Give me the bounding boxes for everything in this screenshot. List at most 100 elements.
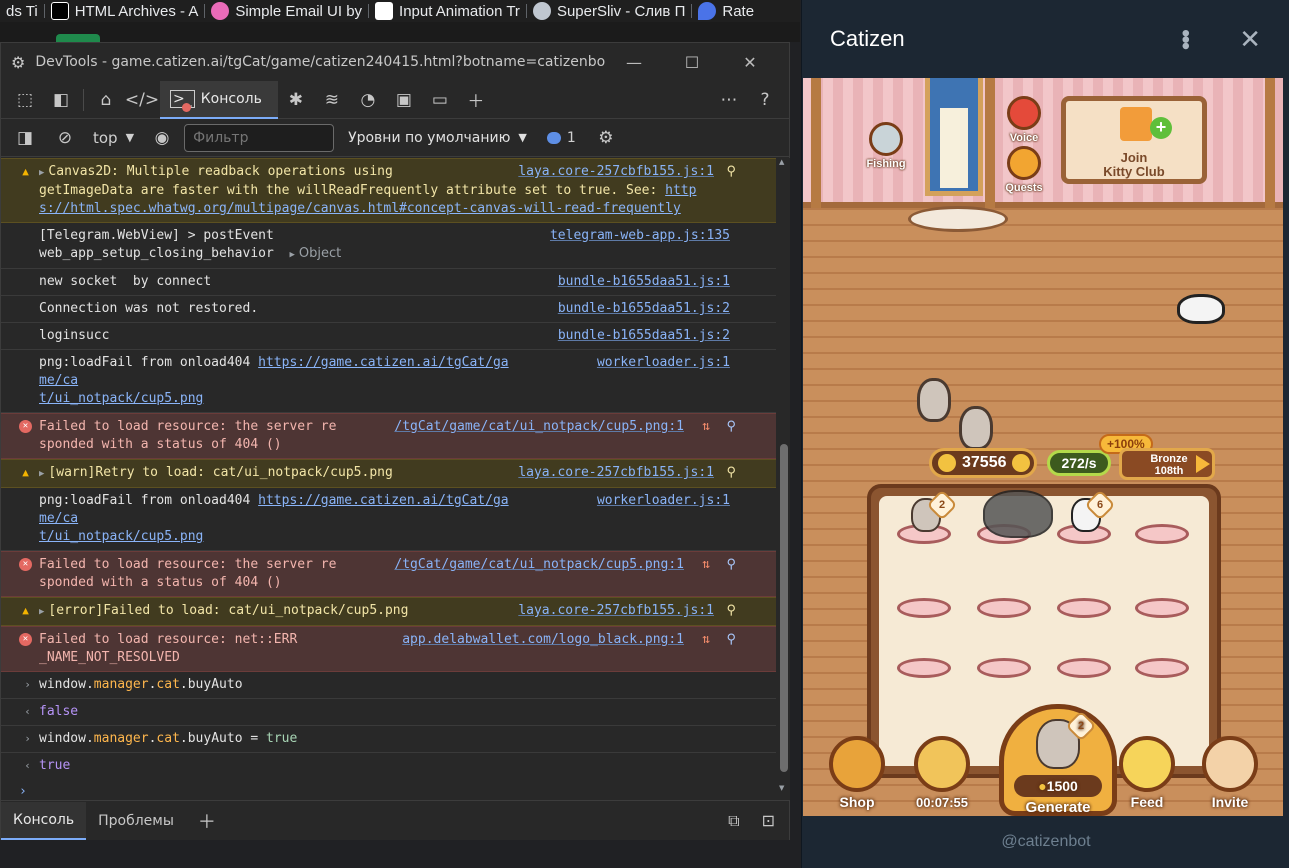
message-source-link[interactable]: bundle-b1655daa51.js:2 (558, 300, 730, 318)
close-button[interactable]: ✕ (721, 53, 779, 72)
tab-console[interactable]: >_ Консоль (160, 80, 278, 119)
cat-bed-slot[interactable] (1135, 658, 1189, 678)
feed-button[interactable]: Feed (1115, 736, 1179, 810)
maximize-button[interactable]: ☐ (663, 53, 721, 72)
welcome-home-icon[interactable]: ⌂ (88, 85, 124, 115)
dock-panel-icon[interactable]: ⧉ (728, 811, 739, 831)
browser-tab[interactable]: Input Animation Tr (369, 0, 526, 22)
device-toolbar-icon[interactable]: ◧ (43, 85, 79, 115)
resource-link[interactable]: t/ui_notpack/cup5.png (39, 529, 203, 544)
cat-bed-slot[interactable] (1135, 598, 1189, 618)
cat-sleeping[interactable] (1177, 294, 1225, 324)
search-icon[interactable]: ⚲ (726, 556, 736, 574)
cat-bed-slot[interactable] (977, 658, 1031, 678)
shop-button[interactable]: Shop (825, 736, 889, 810)
invite-button[interactable]: Invite (1197, 736, 1263, 810)
fishing-button[interactable]: Fishing (863, 122, 909, 170)
cat-bed-slot[interactable] (1057, 658, 1111, 678)
console-toolbar: ◨ ⊘ top ▼ ◉ Уровни по умолчанию ▼ 1 ⚙ (1, 119, 789, 157)
sidebar-toggle-icon[interactable]: ◨ (7, 123, 43, 153)
log-levels-dropdown[interactable]: Уровни по умолчанию ▼ (348, 130, 527, 146)
console-scrollbar[interactable]: ▲ ▼ (776, 158, 790, 800)
message-source-link[interactable]: /tgCat/game/cat/ui_notpack/cup5.png:1 (394, 556, 684, 574)
message-source-link[interactable]: app.delabwallet.com/logo_black.png:1 (402, 631, 684, 649)
scrollbar-thumb[interactable] (780, 444, 788, 772)
minimize-button[interactable]: — (605, 53, 663, 72)
clear-console-icon[interactable]: ⊘ (47, 123, 83, 153)
add-drawer-tab-plus-icon[interactable]: ＋ (186, 802, 228, 840)
cat-walking[interactable] (959, 406, 993, 450)
cat-bed-slot[interactable] (897, 658, 951, 678)
quests-button[interactable]: Quests (1001, 146, 1047, 194)
generate-button[interactable]: 2 ●1500 Generate (999, 704, 1117, 816)
message-source-link[interactable]: workerloader.js:1 (597, 492, 730, 510)
message-source-link[interactable]: workerloader.js:1 (597, 354, 730, 372)
browser-tab[interactable]: ds Ti (0, 0, 44, 22)
search-icon[interactable]: ⚲ (726, 418, 736, 436)
object-preview[interactable]: Object (299, 246, 341, 261)
tab-issues[interactable]: Проблемы (86, 802, 186, 840)
dragging-cats[interactable] (983, 490, 1053, 538)
memory-chip-icon[interactable]: ▣ (386, 85, 422, 115)
search-icon[interactable]: ⚲ (726, 464, 736, 482)
issues-counter[interactable]: 1 (546, 130, 576, 146)
message-source-link[interactable]: laya.core-257cbfb155.js:1 (518, 602, 714, 620)
application-icon[interactable]: ▭ (422, 85, 458, 115)
browser-tab[interactable]: Rate (692, 0, 760, 22)
cat-bed-slot[interactable] (1057, 598, 1111, 618)
message-source-link[interactable]: laya.core-257cbfb155.js:1 (518, 163, 714, 181)
help-icon[interactable]: ? (747, 85, 783, 115)
spec-link[interactable]: http (665, 183, 696, 198)
boost-rocket-button[interactable]: 00:07:55 (907, 736, 977, 810)
message-source-link[interactable]: telegram-web-app.js:135 (550, 227, 730, 245)
close-icon[interactable]: ✕ (1239, 24, 1261, 55)
input-expression[interactable]: window.manager.cat.buyAuto (39, 676, 509, 694)
game-canvas[interactable]: Fishing Voice Quests + Join Kitty Club 3… (803, 78, 1283, 816)
cat-walking[interactable] (917, 378, 951, 422)
console-settings-gear-icon[interactable]: ⚙ (588, 123, 624, 153)
browser-tab[interactable]: Simple Email UI by (205, 0, 368, 22)
message-source-link[interactable]: bundle-b1655daa51.js:1 (558, 273, 730, 291)
scroll-down-arrow-icon[interactable]: ▼ (779, 784, 784, 792)
input-expression[interactable]: window.manager.cat.buyAuto = true (39, 730, 509, 748)
live-expression-eye-icon[interactable]: ◉ (144, 123, 180, 153)
message-source-link[interactable]: /tgCat/game/cat/ui_notpack/cup5.png:1 (394, 418, 684, 436)
elements-code-icon[interactable]: </> (124, 85, 160, 115)
context-selector[interactable]: top ▼ (87, 129, 140, 147)
close-drawer-icon[interactable]: ⊡ (762, 811, 775, 831)
performance-gauge-icon[interactable]: ◔ (350, 85, 386, 115)
rank-button[interactable]: Bronze 108th (1119, 448, 1215, 480)
message-source-link[interactable]: laya.core-257cbfb155.js:1 (518, 464, 714, 482)
cat-bed-slot[interactable] (897, 598, 951, 618)
resource-link[interactable]: t/ui_notpack/cup5.png (39, 391, 203, 406)
inspect-element-icon[interactable]: ⬚ (7, 85, 43, 115)
voice-button[interactable]: Voice (1003, 96, 1045, 144)
search-icon[interactable]: ⚲ (726, 602, 736, 620)
expand-triangle-icon[interactable]: ▶ (39, 607, 44, 617)
network-request-icon[interactable]: ⇅ (702, 418, 710, 436)
join-kitty-club-button[interactable]: + Join Kitty Club (1061, 96, 1207, 184)
expand-triangle-icon[interactable]: ▶ (289, 250, 294, 260)
cat-bed-slot[interactable] (977, 598, 1031, 618)
browser-tab[interactable]: SuperSliv - Слив П (527, 0, 691, 22)
filter-input[interactable] (184, 123, 335, 152)
network-request-icon[interactable]: ⇅ (702, 631, 710, 649)
expand-triangle-icon[interactable]: ▶ (39, 469, 44, 479)
more-tools-plus-icon[interactable]: ＋ (458, 85, 494, 115)
more-options-icon[interactable]: ⋯ (711, 85, 747, 115)
more-vertical-icon[interactable]: ••• (1171, 29, 1199, 48)
scroll-up-arrow-icon[interactable]: ▲ (779, 158, 784, 166)
search-icon[interactable]: ⚲ (726, 631, 736, 649)
message-source-link[interactable]: bundle-b1655daa51.js:2 (558, 327, 730, 345)
cat-bed-slot[interactable] (1135, 524, 1189, 544)
expand-triangle-icon[interactable]: ▶ (39, 168, 44, 178)
spec-link[interactable]: s://html.spec.whatwg.org/multipage/canva… (39, 201, 681, 216)
search-icon[interactable]: ⚲ (726, 163, 736, 181)
sources-bug-icon[interactable]: ✱ (278, 85, 314, 115)
tab-drawer-console[interactable]: Консоль (1, 801, 87, 840)
add-coins-icon[interactable] (1012, 454, 1030, 472)
network-wifi-icon[interactable]: ≋ (314, 85, 350, 115)
network-request-icon[interactable]: ⇅ (702, 556, 710, 574)
console-prompt-input[interactable]: › (1, 779, 776, 800)
browser-tab[interactable]: HTML Archives - A (45, 0, 205, 22)
